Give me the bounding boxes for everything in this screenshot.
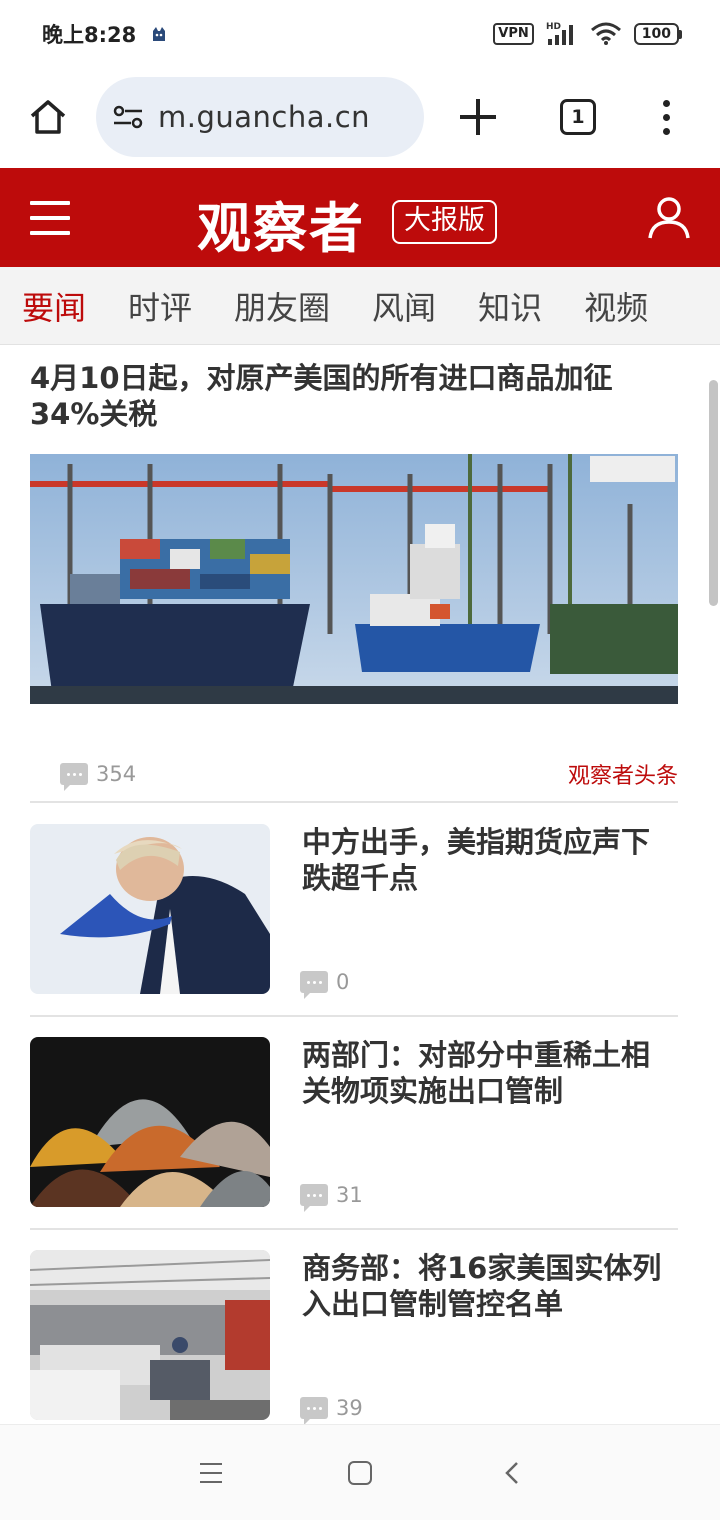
status-time: 晚上8:28 [42, 23, 137, 47]
recent-apps-button[interactable] [200, 1463, 222, 1483]
address-bar[interactable]: m.guancha.cn [96, 77, 424, 157]
tab-zhishi[interactable]: 知识 [478, 283, 542, 329]
headline-image[interactable] [30, 454, 678, 704]
news-thumbnail [30, 1037, 270, 1207]
news-thumbnail [30, 1250, 270, 1420]
divider [30, 1228, 678, 1230]
app-notification-icon [153, 27, 166, 41]
tab-shiping[interactable]: 时评 [128, 283, 192, 329]
vpn-badge: VPN [493, 23, 534, 45]
news-title: 商务部：将16家美国实体列入出口管制管控名单 [302, 1251, 662, 1321]
divider [30, 801, 678, 803]
tab-shipin[interactable]: 视频 [584, 283, 648, 329]
site-menu-button[interactable] [30, 201, 70, 235]
comment-count: 31 [336, 1183, 363, 1207]
headline-title[interactable]: 4月10日起，对原产美国的所有进口商品加征34%关税 [30, 360, 680, 432]
site-settings-icon[interactable] [112, 104, 144, 130]
news-comments[interactable]: 39 [300, 1396, 363, 1424]
comment-icon [300, 1397, 328, 1424]
list-item[interactable]: 中方出手，美指期货应声下跌超千点 0 [30, 824, 678, 999]
headline-comments[interactable]: 354 [60, 762, 137, 791]
user-icon[interactable] [646, 194, 692, 240]
news-title: 中方出手，美指期货应声下跌超千点 [302, 825, 651, 895]
status-right: VPN HD 100 [493, 21, 682, 47]
divider [30, 1015, 678, 1017]
home-icon [30, 100, 66, 134]
news-feed: 4月10日起，对原产美国的所有进口商品加征34%关税 354 观察者头条 中方出… [0, 346, 720, 1424]
comment-icon [60, 763, 88, 791]
person-photo [30, 824, 270, 994]
news-thumbnail [30, 824, 270, 994]
battery-level: 100 [633, 23, 679, 45]
site-header: 观察者 大报版 [0, 168, 720, 267]
comment-icon [300, 971, 328, 999]
edition-badge[interactable]: 大报版 [392, 200, 497, 244]
status-bar: 晚上8:28 VPN HD 100 [0, 0, 720, 68]
tab-count: 1 [571, 106, 585, 128]
page-scrollbar[interactable] [709, 380, 718, 606]
browser-toolbar: m.guancha.cn 1 [0, 68, 720, 166]
source-tag[interactable]: 观察者头条 [568, 758, 678, 790]
comment-count: 0 [336, 970, 350, 994]
list-item[interactable]: 商务部：将16家美国实体列入出口管制管控名单 39 [30, 1250, 678, 1424]
category-nav: 要闻 时评 朋友圈 风闻 知识 视频 [0, 267, 720, 345]
network-type-label: HD [546, 22, 561, 32]
tab-switcher-button[interactable]: 1 [560, 99, 596, 135]
home-button[interactable] [348, 1461, 372, 1485]
new-tab-button[interactable] [458, 97, 498, 137]
comment-icon [300, 1184, 328, 1212]
port-container-ship-image [30, 454, 678, 704]
headline-meta: 354 观察者头条 [30, 754, 678, 794]
url-text: m.guancha.cn [158, 100, 371, 134]
factory-floor-photo [30, 1250, 270, 1420]
news-title: 两部门：对部分中重稀土相关物项实施出口管制 [302, 1038, 651, 1108]
back-icon[interactable] [504, 1461, 520, 1485]
list-item[interactable]: 两部门：对部分中重稀土相关物项实施出口管制 31 [30, 1037, 678, 1212]
system-nav-bar [0, 1424, 720, 1520]
browser-home-button[interactable] [20, 89, 76, 145]
more-menu-button[interactable] [656, 99, 676, 135]
tab-yaowen[interactable]: 要闻 [22, 283, 86, 329]
comment-count: 39 [336, 1396, 363, 1420]
wifi-icon [590, 22, 621, 45]
news-comments[interactable]: 0 [300, 970, 350, 999]
tab-fengwen[interactable]: 风闻 [372, 283, 436, 329]
tab-pengyouquan[interactable]: 朋友圈 [234, 283, 330, 329]
signal-icon: HD [546, 22, 573, 45]
news-comments[interactable]: 31 [300, 1183, 363, 1212]
comment-count: 354 [96, 762, 137, 786]
battery-icon: 100 [633, 23, 682, 45]
rare-earth-powder-photo [30, 1037, 270, 1207]
status-left: 晚上8:28 [42, 19, 168, 49]
site-logo[interactable]: 观察者 [197, 184, 365, 263]
